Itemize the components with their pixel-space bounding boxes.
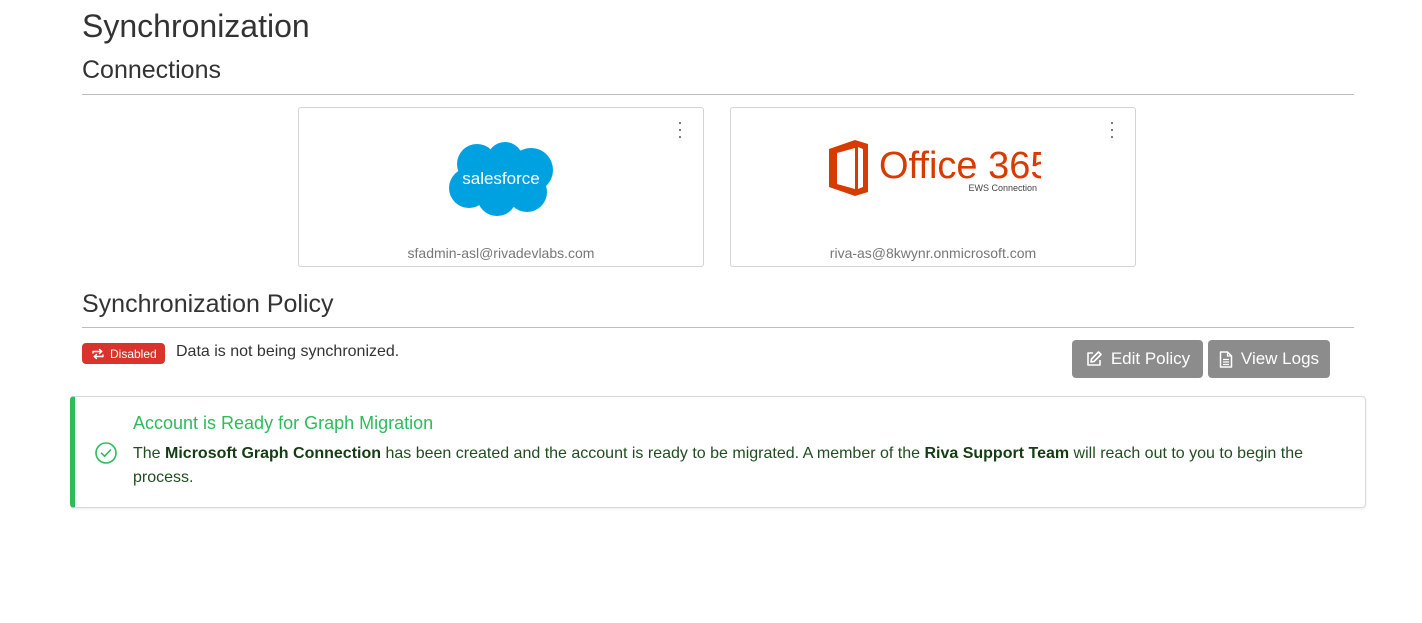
office365-logo: Office 365 EWS Connection	[829, 140, 1041, 196]
connection-email: sfadmin-asl@rivadevlabs.com	[407, 245, 595, 261]
salesforce-logo: salesforce	[449, 142, 553, 216]
view-logs-label: View Logs	[1240, 349, 1320, 368]
alert-body: The Microsoft Graph Connection has been …	[133, 442, 1323, 490]
check-circle-icon	[95, 442, 117, 464]
policy-divider	[82, 327, 1354, 328]
connection-email: riva-as@8kwynr.onmicrosoft.com	[829, 245, 1037, 261]
alert-body-text: has been created and the account is read…	[381, 445, 925, 462]
connections-divider	[82, 94, 1354, 95]
connections-heading: Connections	[82, 56, 221, 84]
page-title: Synchronization	[82, 8, 310, 44]
alert-title: Account is Ready for Graph Migration	[133, 413, 434, 433]
more-vertical-icon[interactable]	[1107, 122, 1117, 138]
salesforce-logo-text: salesforce	[462, 169, 539, 188]
status-badge: Disabled	[82, 343, 165, 364]
connection-card-salesforce[interactable]: salesforce sfadmin-asl@rivadevlabs.com	[298, 107, 704, 267]
office365-logo-text: Office 365	[879, 145, 1041, 187]
status-badge-label: Disabled	[110, 346, 157, 361]
office365-logo-subtext: EWS Connection	[968, 183, 1037, 193]
migration-alert: Account is Ready for Graph Migration The…	[70, 396, 1366, 508]
document-icon	[1219, 350, 1233, 368]
edit-policy-button[interactable]: Edit Policy	[1072, 340, 1203, 378]
sync-icon	[92, 348, 104, 359]
policy-heading: Synchronization Policy	[82, 290, 334, 318]
alert-body-bold: Riva Support Team	[924, 445, 1070, 462]
more-vertical-icon[interactable]	[675, 122, 685, 138]
alert-body-text: The	[133, 445, 166, 462]
edit-icon	[1087, 351, 1102, 366]
alert-body-bold: Microsoft Graph Connection	[165, 445, 382, 462]
connection-card-office365[interactable]: Office 365 EWS Connection riva-as@8kwynr…	[730, 107, 1136, 267]
sync-status-text: Data is not being synchronized.	[176, 343, 400, 360]
view-logs-button[interactable]: View Logs	[1208, 340, 1330, 378]
edit-policy-label: Edit Policy	[1110, 349, 1191, 368]
